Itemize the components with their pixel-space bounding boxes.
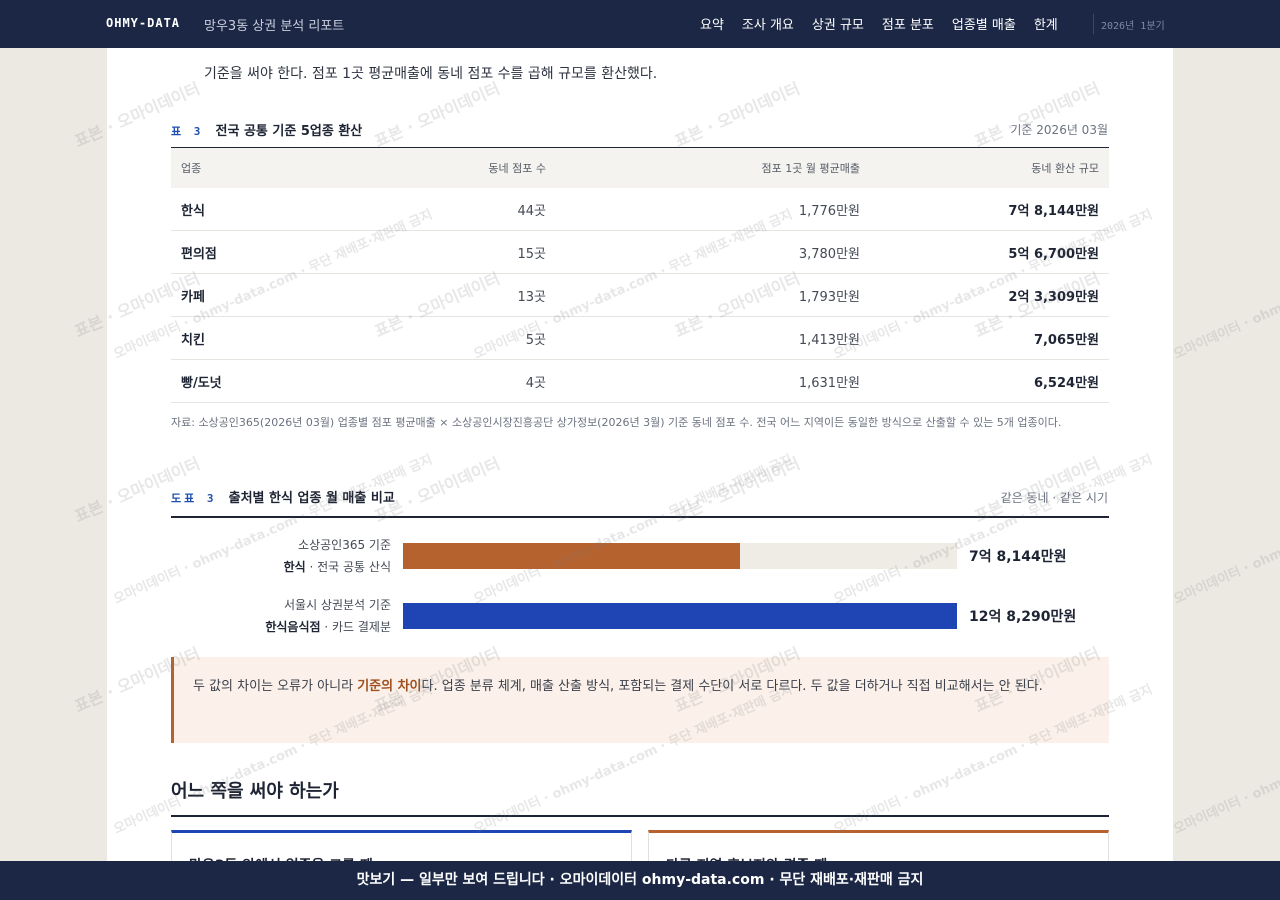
row-stores: 44곳: [381, 188, 556, 231]
row-scale: 2억 3,309만원: [870, 273, 1109, 317]
preview-banner: 맛보기 — 일부만 보여 드립니다 · 오마이데이터 ohmy-data.com…: [0, 861, 1280, 900]
table-row: 빵/도넛 4곳 1,631만원 6,524만원: [171, 359, 1109, 403]
brand-logo[interactable]: OHMY-DATA: [106, 16, 180, 30]
bar-fill-2: [403, 603, 957, 629]
row-scale: 5억 6,700만원: [870, 230, 1109, 274]
row-avg-sales: 1,776만원: [556, 188, 870, 231]
row-stores: 5곳: [381, 316, 556, 360]
bar-track-2: [403, 603, 957, 629]
nav-market-scale[interactable]: 상권 규모: [812, 14, 864, 33]
col-header-scale: 동네 환산 규모: [1031, 162, 1099, 175]
row-stores: 15곳: [381, 230, 556, 274]
watermark-text: 오마이데이터 · ohmy-data.com · 무단 재배포·재판매 금지: [1171, 452, 1280, 608]
nav-limitations[interactable]: 한계: [1034, 14, 1058, 33]
note-text-pre: 두 값의 차이는 오류가 아니라: [193, 679, 358, 694]
bar-fill-1: [403, 543, 741, 569]
bar-source: 소상공인365 기준: [298, 538, 391, 552]
watermark-text: 오마이데이터 · ohmy-data.com · 무단 재배포·재판매 금지: [1171, 682, 1280, 838]
section-nav: 요약 조사 개요 상권 규모 점포 분포 업종별 매출 한계: [700, 14, 1076, 33]
business-scale-table: 업종 동네 점포 수 점포 1곳 월 평균매출 동네 환산 규모 한식 44곳 …: [171, 147, 1109, 403]
table-source-note: 자료: 소상공인365(2026년 03월) 업종별 점포 평균매출 × 소상공…: [171, 416, 1062, 429]
callout-note: 두 값의 차이는 오류가 아니라 기준의 차이다. 업종 분류 체계, 매출 산…: [171, 657, 1109, 743]
bar-value-1: 7억 8,144만원: [969, 549, 1067, 565]
section-rule: [171, 815, 1109, 817]
report-period: 2026년 1분기: [1101, 21, 1165, 32]
bar-category: 한식음식점: [265, 620, 321, 634]
table-caption: 표 3 전국 공통 기준 5업종 환산: [171, 120, 362, 139]
col-header-category: 업종: [181, 162, 202, 175]
watermark-text: 오마이데이터 · ohmy-data.com · 무단 재배포·재판매 금지: [1171, 207, 1280, 363]
section-heading: 어느 쪽을 써야 하는가: [171, 781, 339, 802]
figure-rule: [171, 516, 1109, 518]
row-category: 카페: [171, 273, 381, 317]
bar-value-2: 12억 8,290만원: [969, 609, 1077, 625]
top-nav-bar: OHMY-DATA 망우3동 상권 분석 리포트 요약 조사 개요 상권 규모 …: [0, 0, 1280, 48]
row-avg-sales: 1,793만원: [556, 273, 870, 317]
figure-number: 도표 3: [171, 492, 217, 505]
table-asof: 기준 2026년 03월: [1010, 123, 1108, 137]
bar-detail: · 전국 공통 산식: [305, 560, 391, 574]
nav-store-distribution[interactable]: 점포 분포: [882, 14, 934, 33]
row-category: 편의점: [171, 230, 381, 274]
row-category: 빵/도넛: [171, 359, 381, 403]
bar-source: 서울시 상권분석 기준: [284, 598, 391, 612]
table-title: 전국 공통 기준 5업종 환산: [215, 124, 363, 139]
row-avg-sales: 1,631만원: [556, 359, 870, 403]
figure-title: 출처별 한식 업종 월 매출 비교: [228, 491, 395, 506]
bar-track-1: [403, 543, 957, 569]
table-row: 카페 13곳 1,793만원 2억 3,309만원: [171, 273, 1109, 317]
bar-label-2: 서울시 상권분석 기준 한식음식점 · 카드 결제분: [171, 594, 391, 638]
figure-caption: 도표 3 출처별 한식 업종 월 매출 비교: [171, 487, 395, 506]
bar-label-1: 소상공인365 기준 한식 · 전국 공통 산식: [171, 534, 391, 578]
row-scale: 7,065만원: [870, 316, 1109, 360]
row-stores: 13곳: [381, 273, 556, 317]
nav-divider: [1093, 14, 1094, 34]
intro-text: 기준을 써야 한다. 점포 1곳 평균매출에 동네 점포 수를 곱해 규모를 환…: [204, 66, 658, 82]
row-category: 한식: [171, 188, 381, 231]
table-header-row: 업종 동네 점포 수 점포 1곳 월 평균매출 동네 환산 규모: [171, 147, 1109, 188]
table-row: 치킨 5곳 1,413만원 7,065만원: [171, 316, 1109, 360]
row-scale: 6,524만원: [870, 359, 1109, 403]
nav-summary[interactable]: 요약: [700, 14, 724, 33]
row-avg-sales: 3,780만원: [556, 230, 870, 274]
report-name: 망우3동 상권 분석 리포트: [204, 19, 345, 34]
row-avg-sales: 1,413만원: [556, 316, 870, 360]
figure-context-note: 같은 동네 · 같은 시기: [1000, 491, 1108, 505]
row-category: 치킨: [171, 316, 381, 360]
row-stores: 4곳: [381, 359, 556, 403]
note-text-post: 다. 업종 분류 체계, 매출 산출 방식, 포함되는 결제 수단이 서로 다르…: [421, 679, 1043, 694]
table-row: 한식 44곳 1,776만원 7억 8,144만원: [171, 188, 1109, 231]
col-header-avg-sales: 점포 1곳 월 평균매출: [761, 162, 860, 175]
bar-detail: · 카드 결제분: [320, 620, 391, 634]
bar-category: 한식: [283, 560, 306, 574]
note-emphasis: 기준의 차이: [357, 679, 422, 694]
col-header-stores: 동네 점포 수: [488, 162, 546, 175]
nav-sales-by-industry[interactable]: 업종별 매출: [952, 14, 1016, 33]
table-row: 편의점 15곳 3,780만원 5억 6,700만원: [171, 230, 1109, 274]
nav-survey-overview[interactable]: 조사 개요: [742, 14, 794, 33]
table-number: 표 3: [171, 125, 204, 138]
row-scale: 7억 8,144만원: [870, 188, 1109, 231]
